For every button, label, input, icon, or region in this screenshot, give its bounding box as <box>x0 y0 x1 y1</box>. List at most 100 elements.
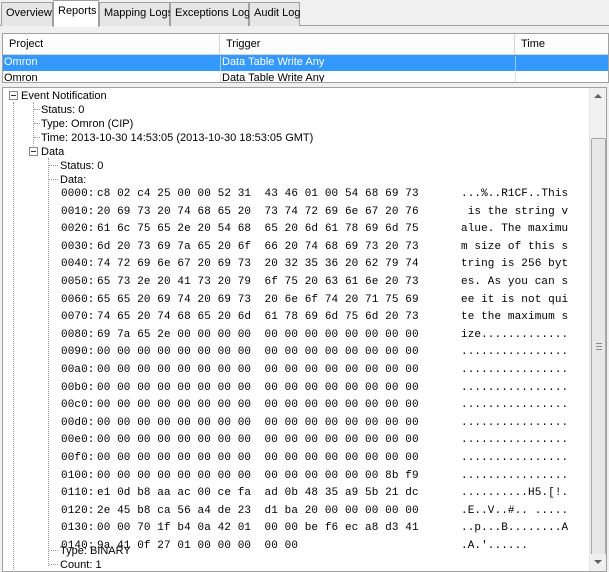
hex-bytes: 00 00 70 1f b4 0a 42 01 00 00 be f6 ec a… <box>97 522 419 534</box>
column-header-trigger[interactable]: Trigger <box>220 34 515 55</box>
hex-ascii: ................ <box>461 364 569 376</box>
tree-node-time[interactable]: Time: 2013-10-30 14:53:05 (2013-10-30 18… <box>41 131 313 145</box>
hex-address: 00e0: <box>61 434 95 446</box>
tree-node-data[interactable]: Data <box>41 145 64 159</box>
arrow-down-icon[interactable] <box>590 554 606 571</box>
hex-address: 00a0: <box>61 364 95 376</box>
cell-project: Omron <box>4 56 38 68</box>
hex-bytes: 00 00 00 00 00 00 00 00 00 00 00 00 00 0… <box>97 364 419 376</box>
grid-header: Project Trigger Time <box>3 34 608 55</box>
hex-address: 0040: <box>61 258 95 270</box>
column-header-project[interactable]: Project <box>3 34 220 55</box>
tree-node-data-status[interactable]: Status: 0 <box>60 159 103 173</box>
hex-ascii: ................ <box>461 470 569 482</box>
tree-guide <box>48 158 49 566</box>
hex-bytes: 00 00 00 00 00 00 00 00 00 00 00 00 00 0… <box>97 470 419 482</box>
hex-address: 00b0: <box>61 382 95 394</box>
hex-address: 0130: <box>61 522 95 534</box>
hex-ascii: ee it is not qui <box>461 294 569 306</box>
tree-guide <box>13 102 14 571</box>
event-detail-tree: Event Notification Status: 0 Type: Omron… <box>2 87 607 572</box>
cell-trigger: Data Table Write Any <box>220 72 515 82</box>
hex-bytes: 74 65 20 74 68 65 20 6d 61 78 69 6d 75 6… <box>97 311 419 323</box>
hex-bytes: 00 00 00 00 00 00 00 00 00 00 00 00 00 0… <box>97 434 419 446</box>
hex-address: 0000: <box>61 188 95 200</box>
tree-node-type[interactable]: Type: Omron (CIP) <box>41 117 133 131</box>
tree-guide <box>49 564 58 565</box>
hex-bytes: 2e 45 b8 ca 56 a4 de 23 d1 ba 20 00 00 0… <box>97 505 419 517</box>
hex-ascii: ...%..R1CF..This <box>461 188 569 200</box>
tree-guide <box>34 123 40 124</box>
tree-node-data-type[interactable]: Type: BINARY <box>60 544 131 558</box>
hex-address: 00d0: <box>61 417 95 429</box>
table-row[interactable]: Omron Data Table Write Any <box>3 71 608 83</box>
hex-ascii: ................ <box>461 382 569 394</box>
hex-ascii: es. As you can s <box>461 276 569 288</box>
tab-exceptions-log[interactable]: Exceptions Log <box>170 2 250 26</box>
tree-node-data-data[interactable]: Data: <box>60 173 86 187</box>
tab-mapping-logs[interactable]: Mapping Logs <box>99 2 173 26</box>
tree-node-status[interactable]: Status: 0 <box>41 103 84 117</box>
hex-bytes: 61 6c 75 65 2e 20 54 68 65 20 6d 61 78 6… <box>97 223 419 235</box>
hex-ascii: ................ <box>461 399 569 411</box>
minus-box-icon[interactable] <box>9 91 18 100</box>
hex-address: 0030: <box>61 241 95 253</box>
cell-time <box>515 72 608 82</box>
hex-address: 00f0: <box>61 452 95 464</box>
hex-bytes: 20 69 73 20 74 68 65 20 73 74 72 69 6e 6… <box>97 206 419 218</box>
hex-address: 0090: <box>61 346 95 358</box>
cell-time <box>515 56 608 71</box>
hex-ascii: alue. The maximu <box>461 223 569 235</box>
hex-address: 0100: <box>61 470 95 482</box>
hex-bytes: 00 00 00 00 00 00 00 00 00 00 00 00 00 0… <box>97 417 419 429</box>
hex-bytes: 6d 20 73 69 7a 65 20 6f 66 20 74 68 69 7… <box>97 241 419 253</box>
column-header-time[interactable]: Time <box>515 34 608 55</box>
hex-ascii: ..p...B........A <box>461 522 569 534</box>
hex-bytes: 00 00 00 00 00 00 00 00 00 00 00 00 00 0… <box>97 452 419 464</box>
hex-address: 0070: <box>61 311 95 323</box>
hex-bytes: 69 7a 65 2e 00 00 00 00 00 00 00 00 00 0… <box>97 329 419 341</box>
tab-audit-log[interactable]: Audit Log <box>249 2 300 26</box>
hex-ascii: .A.'...... <box>461 540 529 552</box>
table-row-selected[interactable]: Omron Data Table Write Any <box>3 55 608 71</box>
hex-address: 0080: <box>61 329 95 341</box>
hex-address: 0110: <box>61 487 95 499</box>
hex-address: 0120: <box>61 505 95 517</box>
hex-address: 00c0: <box>61 399 95 411</box>
tab-reports[interactable]: Reports <box>53 0 99 27</box>
hex-ascii: ................ <box>461 452 569 464</box>
hex-bytes: 65 73 2e 20 41 73 20 79 6f 75 20 63 61 6… <box>97 276 419 288</box>
hex-ascii: ................ <box>461 417 569 429</box>
hex-ascii: ize............. <box>461 329 569 341</box>
hex-bytes: e1 0d b8 aa ac 00 ce fa ad 0b 48 35 a9 5… <box>97 487 419 499</box>
hex-bytes: 00 00 00 00 00 00 00 00 00 00 00 00 00 0… <box>97 382 419 394</box>
tree-node-data-count[interactable]: Count: 1 <box>60 558 102 571</box>
cell-project: Omron <box>4 72 38 83</box>
hex-ascii: is the string v <box>461 206 569 218</box>
hex-address: 0020: <box>61 223 95 235</box>
scrollbar-thumb[interactable] <box>591 138 606 558</box>
tab-overview[interactable]: Overview <box>1 2 53 26</box>
tab-bar: Overview Reports Mapping Logs Exceptions… <box>0 0 609 27</box>
hex-ascii: te the maximum s <box>461 311 569 323</box>
hex-bytes: 65 65 20 69 74 20 69 73 20 6e 6f 74 20 7… <box>97 294 419 306</box>
tree-guide <box>34 137 40 138</box>
hex-bytes: c8 02 c4 25 00 00 52 31 43 46 01 00 54 6… <box>97 188 419 200</box>
hex-bytes: 00 00 00 00 00 00 00 00 00 00 00 00 00 0… <box>97 399 419 411</box>
minus-box-icon[interactable] <box>29 147 38 156</box>
arrow-up-icon[interactable] <box>590 88 606 105</box>
hex-ascii: tring is 256 byt <box>461 258 569 270</box>
hex-address: 0060: <box>61 294 95 306</box>
hex-bytes: 00 00 00 00 00 00 00 00 00 00 00 00 00 0… <box>97 346 419 358</box>
tree-guide <box>49 550 58 551</box>
hex-bytes: 74 72 69 6e 67 20 69 73 20 32 35 36 20 6… <box>97 258 419 270</box>
tree-node-event-notification[interactable]: Event Notification <box>21 89 107 103</box>
vertical-scrollbar[interactable] <box>589 88 606 571</box>
hex-address: 0050: <box>61 276 95 288</box>
hex-ascii: ..........H5.[!. <box>461 487 569 499</box>
tree-guide <box>34 109 40 110</box>
tree-guide <box>49 179 58 180</box>
hex-ascii: ................ <box>461 346 569 358</box>
cell-trigger: Data Table Write Any <box>220 56 515 71</box>
hex-address: 0010: <box>61 206 95 218</box>
